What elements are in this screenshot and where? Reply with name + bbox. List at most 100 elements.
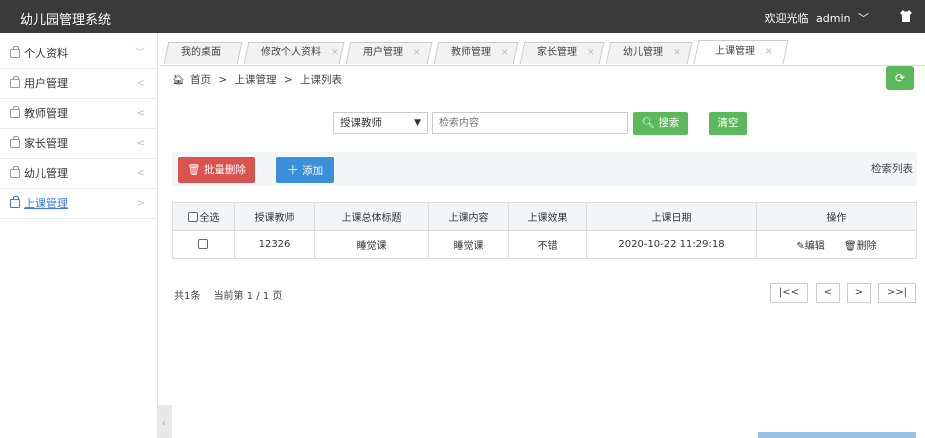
chevron-left-icon: ‹ xyxy=(162,419,166,429)
batch-delete-button[interactable]: 🗑︎ 批量删除 xyxy=(178,157,255,183)
tab-label: 我的桌面 xyxy=(181,47,221,58)
chevron-down-icon: ▼ xyxy=(414,118,421,128)
close-icon[interactable]: ✕ xyxy=(331,48,339,58)
sidebar-item-label: 用户管理 xyxy=(24,77,68,90)
lock-icon xyxy=(10,136,20,148)
bottom-panel-edge xyxy=(758,432,916,438)
first-page-button[interactable]: |<< xyxy=(770,283,808,303)
sidebar-item-label: 家长管理 xyxy=(24,137,68,150)
sidebar-item-profile[interactable]: 个人资料 ﹀ xyxy=(0,39,157,69)
sidebar-item-classes[interactable]: 上课管理 > xyxy=(0,189,157,219)
column-header: 操作 xyxy=(756,202,917,231)
table-header-row: 全选 授课教师 上课总体标题 上课内容 上课效果 上课日期 操作 xyxy=(172,202,917,231)
action-toolbar: 🗑︎ 批量删除 ＋ 添加 检索列表 xyxy=(172,152,917,186)
close-icon[interactable]: ✕ xyxy=(501,48,509,58)
sidebar-item-children[interactable]: 幼儿管理 < xyxy=(0,159,157,189)
lock-icon xyxy=(10,166,20,178)
chevron-left-icon: < xyxy=(136,168,145,179)
add-button[interactable]: ＋ 添加 xyxy=(276,157,334,183)
chevron-down-icon: ﹀ xyxy=(135,48,145,59)
lock-icon xyxy=(10,76,20,88)
tab-label: 教师管理 xyxy=(451,47,491,58)
row-checkbox[interactable] xyxy=(197,238,208,249)
pagination-info: 共1条 当前第 1 / 1 页 xyxy=(174,287,282,302)
table-row: 12326 睡觉课 睡觉课 不错 2020-10-22 11:29:18 ✎编辑… xyxy=(172,230,917,259)
close-icon[interactable]: ✕ xyxy=(413,48,421,58)
shirt-icon[interactable] xyxy=(899,9,913,23)
sidebar-item-label: 幼儿管理 xyxy=(24,167,68,180)
tab-children[interactable]: 幼儿管理 ✕ xyxy=(605,42,693,64)
tab-edit-profile[interactable]: 修改个人资料 ✕ xyxy=(243,42,345,64)
close-icon[interactable]: ✕ xyxy=(765,47,773,57)
chevron-down-icon: ﹀ xyxy=(858,12,869,25)
column-header: 上课效果 xyxy=(508,202,587,231)
sidebar-item-users[interactable]: 用户管理 < xyxy=(0,69,157,99)
tab-label: 家长管理 xyxy=(537,47,577,58)
current-page: 当前第 1 / 1 页 xyxy=(213,291,283,302)
chevron-left-icon: < xyxy=(136,108,145,119)
tab-desktop[interactable]: 我的桌面 xyxy=(163,42,243,64)
sidebar: 个人资料 ﹀ 用户管理 < 教师管理 < 家长管理 < 幼儿管理 < 上课管理 … xyxy=(0,33,158,438)
column-header: 上课日期 xyxy=(586,202,757,231)
plus-icon: ＋ xyxy=(286,163,299,177)
chevron-left-icon: < xyxy=(136,78,145,89)
trash-icon: 🗑︎ xyxy=(843,241,857,252)
clear-button[interactable]: 清空 xyxy=(709,112,747,135)
lock-icon xyxy=(10,106,20,118)
cell-actions: ✎编辑 🗑︎删除 xyxy=(756,230,917,259)
select-value: 授课教师 xyxy=(340,117,382,129)
sidebar-item-teachers[interactable]: 教师管理 < xyxy=(0,99,157,129)
tab-label: 用户管理 xyxy=(363,47,403,58)
next-page-button[interactable]: > xyxy=(847,283,871,303)
cell-date: 2020-10-22 11:29:18 xyxy=(586,230,757,259)
sidebar-item-label: 教师管理 xyxy=(24,107,68,120)
search-icon: 🔍︎ xyxy=(641,117,655,129)
chevron-left-icon: < xyxy=(136,138,145,149)
sidebar-collapse-handle[interactable]: ‹ xyxy=(158,405,172,438)
app-title: 幼儿园管理系统 xyxy=(20,13,112,28)
column-header: 授课教师 xyxy=(234,202,315,231)
prev-page-button[interactable]: < xyxy=(816,283,840,303)
tab-classes[interactable]: 上课管理 ✕ xyxy=(693,40,789,64)
sidebar-item-parents[interactable]: 家长管理 < xyxy=(0,129,157,159)
tab-users[interactable]: 用户管理 ✕ xyxy=(345,42,433,64)
trash-icon: 🗑︎ xyxy=(187,164,201,176)
search-input[interactable] xyxy=(432,112,628,134)
breadcrumb-page: 上课列表 xyxy=(300,74,343,86)
chevron-right-icon: > xyxy=(136,198,145,209)
tab-label: 上课管理 xyxy=(715,46,755,57)
list-title: 检索列表 xyxy=(871,163,913,175)
sidebar-item-label: 上课管理 xyxy=(24,197,68,210)
class-table: 全选 授课教师 上课总体标题 上课内容 上课效果 上课日期 操作 12326 睡… xyxy=(172,202,917,259)
tab-bar: 我的桌面 修改个人资料 ✕ 用户管理 ✕ 教师管理 ✕ 家长管理 ✕ 幼儿管理 ✕ 上课管… xyxy=(160,40,925,66)
lock-icon xyxy=(10,46,20,58)
close-icon[interactable]: ✕ xyxy=(673,48,681,58)
cell-title: 睡觉课 xyxy=(314,230,429,259)
checkbox[interactable] xyxy=(187,212,198,222)
search-field-select[interactable]: 授课教师 ▼ xyxy=(333,112,428,134)
tab-parents[interactable]: 家长管理 ✕ xyxy=(519,42,605,64)
search-button[interactable]: 🔍︎ 搜索 xyxy=(633,112,688,135)
pencil-icon: ✎ xyxy=(796,241,805,252)
select-all-header[interactable]: 全选 xyxy=(172,202,235,231)
top-header: 幼儿园管理系统 欢迎光临 admin ﹀ xyxy=(0,0,925,33)
cell-content: 睡觉课 xyxy=(428,230,509,259)
breadcrumb-section[interactable]: 上课管理 xyxy=(235,74,277,86)
sidebar-item-label: 个人资料 xyxy=(24,47,68,60)
home-icon: 🏠︎ xyxy=(172,75,185,86)
close-icon[interactable]: ✕ xyxy=(587,48,595,58)
user-menu[interactable]: 欢迎光临 admin ﹀ xyxy=(765,10,869,26)
username: admin xyxy=(816,12,851,25)
welcome-text: 欢迎光临 xyxy=(764,12,809,25)
breadcrumb-home[interactable]: 首页 xyxy=(190,74,211,86)
cell-teacher: 12326 xyxy=(234,230,315,259)
delete-link[interactable]: 🗑︎删除 xyxy=(844,241,877,252)
tab-teachers[interactable]: 教师管理 ✕ xyxy=(433,42,519,64)
edit-link[interactable]: ✎编辑 xyxy=(796,241,824,252)
refresh-icon: ⟳ xyxy=(894,71,906,85)
total-count: 共1条 xyxy=(174,291,201,302)
breadcrumb: 🏠︎ 首页 > 上课管理 > 上课列表 xyxy=(172,74,343,86)
tab-label: 幼儿管理 xyxy=(623,47,663,58)
last-page-button[interactable]: >>| xyxy=(878,283,916,303)
refresh-button[interactable]: ⟳ xyxy=(886,66,914,90)
